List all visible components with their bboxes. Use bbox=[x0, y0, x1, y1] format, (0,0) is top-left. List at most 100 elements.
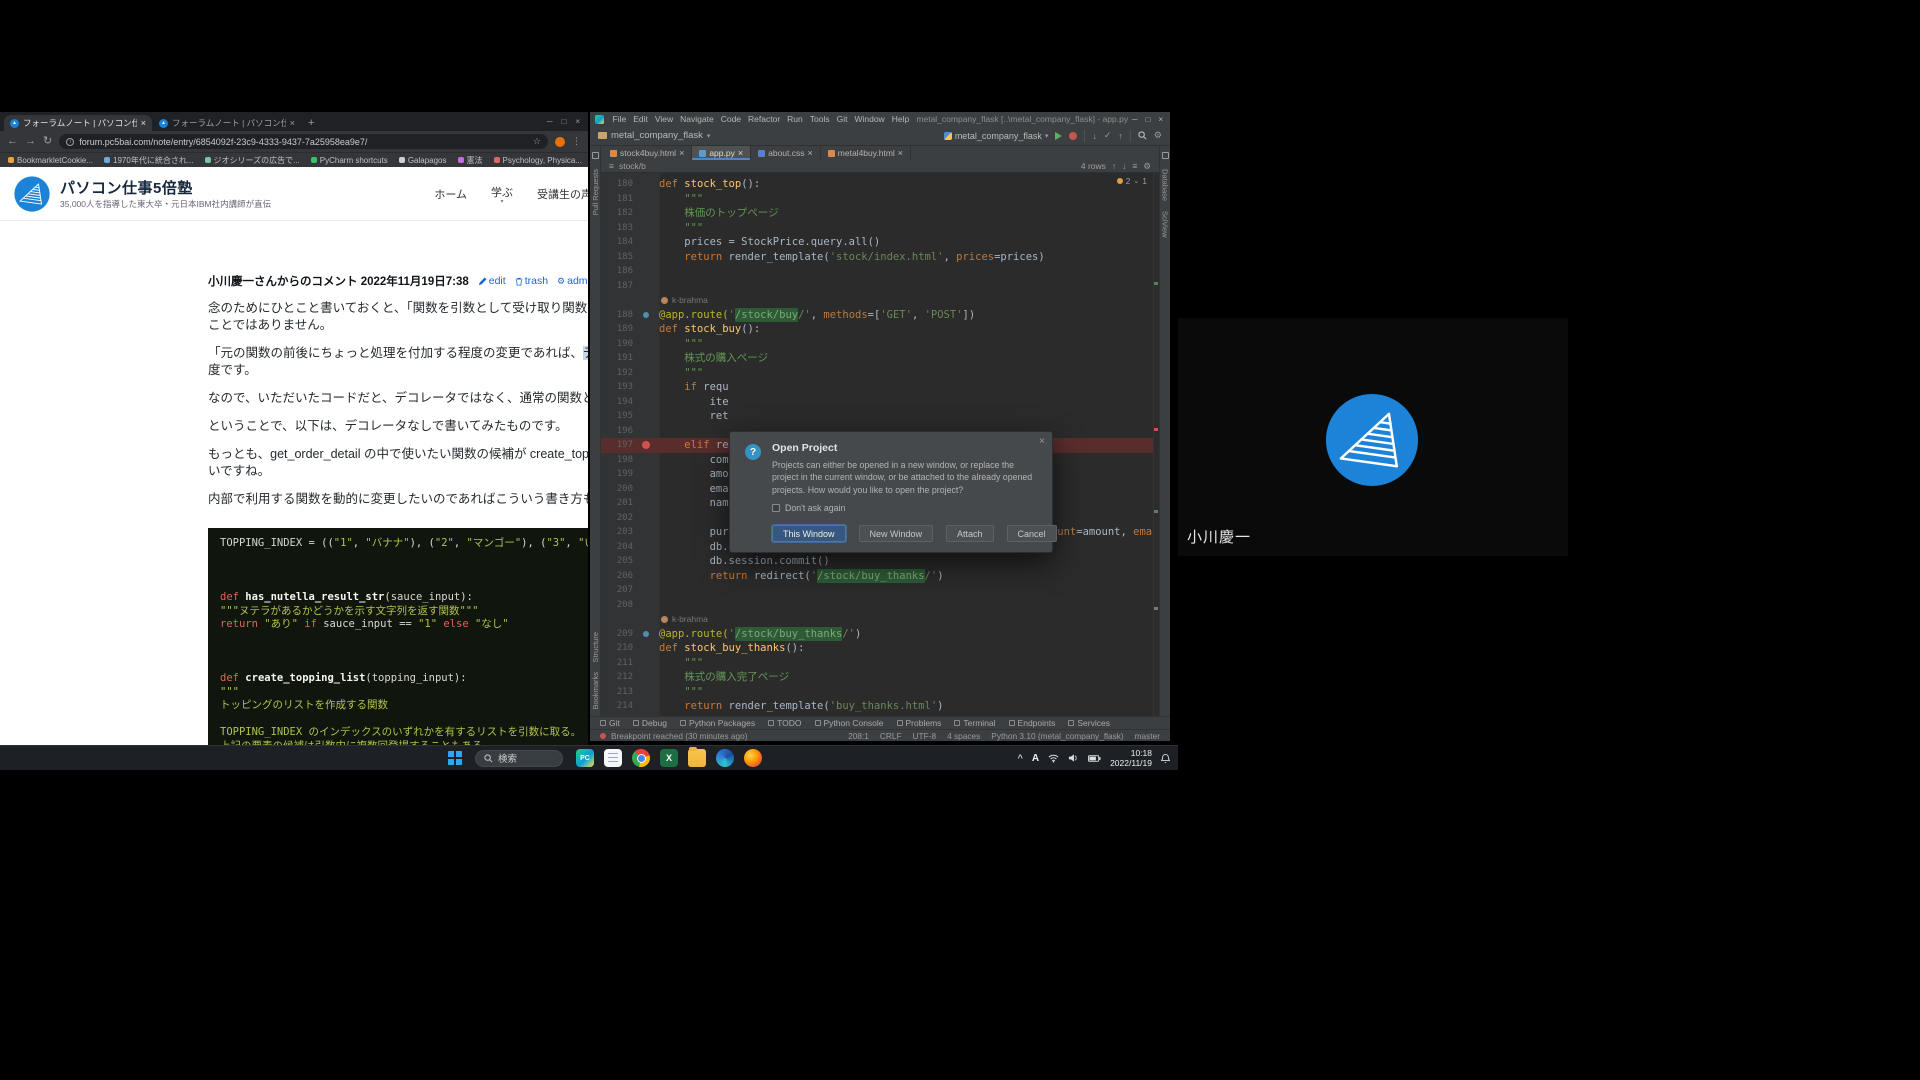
browser-tab-2[interactable]: ▲ フォーラムノート | パソコン仕事５倍塾 × bbox=[153, 115, 301, 131]
url-mapping-icon[interactable] bbox=[643, 631, 649, 637]
editor-tab[interactable]: metal4buy.html× bbox=[821, 146, 911, 160]
close-tab-icon[interactable]: × bbox=[898, 148, 903, 158]
toolwindow-button[interactable]: Endpoints bbox=[1009, 718, 1056, 728]
status-item[interactable]: 4 spaces bbox=[947, 731, 980, 741]
edge-icon[interactable] bbox=[716, 749, 734, 767]
notifications-icon[interactable] bbox=[1162, 152, 1169, 159]
bookmark-item[interactable]: 憲法 bbox=[458, 155, 483, 166]
editor-scrollbar[interactable] bbox=[1153, 173, 1159, 716]
bookmark-item[interactable]: PyCharm shortcuts bbox=[311, 156, 388, 165]
menu-item[interactable]: View bbox=[651, 114, 676, 124]
toolwindow-stripe-button[interactable]: SciView bbox=[1161, 211, 1170, 238]
back-icon[interactable]: ← bbox=[7, 136, 18, 147]
notification-bell-icon[interactable] bbox=[1161, 753, 1170, 764]
nav-learn[interactable]: 学ぶ▾ bbox=[491, 184, 513, 204]
arrow-up-icon[interactable]: ↑ bbox=[1112, 161, 1116, 171]
toolwindow-button[interactable]: Git bbox=[600, 718, 620, 728]
menu-item[interactable]: Window bbox=[851, 114, 888, 124]
excel-icon[interactable]: X bbox=[660, 749, 678, 767]
close-tab-icon[interactable]: × bbox=[808, 148, 813, 158]
site-logo[interactable] bbox=[14, 176, 50, 212]
url-mapping-icon[interactable] bbox=[643, 312, 649, 318]
nav-students[interactable]: 受講生の声 bbox=[537, 186, 588, 202]
chrome-icon[interactable] bbox=[632, 749, 650, 767]
this-window-button[interactable]: This Window bbox=[772, 525, 846, 542]
inspections-widget[interactable]: 2 ⌄ 1 bbox=[1117, 176, 1147, 186]
site-info-icon[interactable]: i bbox=[66, 138, 74, 146]
project-toolwindow-icon[interactable] bbox=[592, 152, 599, 159]
trash-link[interactable]: trash bbox=[515, 275, 548, 287]
editor-tab[interactable]: app.py× bbox=[692, 146, 751, 160]
close-tab-icon[interactable]: × bbox=[679, 148, 684, 158]
bookmark-item[interactable]: 1970年代に統合され... bbox=[104, 155, 193, 166]
toolwindow-button[interactable]: Debug bbox=[633, 718, 667, 728]
start-button[interactable] bbox=[448, 751, 462, 765]
menu-item[interactable]: Help bbox=[888, 114, 912, 124]
bookmark-item[interactable]: Psychology, Physica... bbox=[494, 156, 582, 165]
battery-icon[interactable] bbox=[1088, 755, 1101, 762]
ime-indicator[interactable]: A bbox=[1032, 753, 1039, 764]
settings-gear-icon[interactable]: ⚙ bbox=[1154, 130, 1162, 141]
maximize-icon[interactable]: □ bbox=[1145, 115, 1150, 124]
close-tab-icon[interactable]: × bbox=[738, 148, 743, 158]
toolwindow-stripe-button[interactable]: Database bbox=[1161, 169, 1170, 201]
toolwindow-button[interactable]: TODO bbox=[768, 718, 801, 728]
tray-chevron-icon[interactable]: ^ bbox=[1018, 753, 1023, 763]
breadcrumb[interactable]: stock/b bbox=[619, 161, 646, 171]
new-tab-button[interactable]: + bbox=[308, 117, 314, 129]
toolwindow-stripe-button[interactable]: Structure bbox=[591, 632, 600, 662]
status-item[interactable]: master bbox=[1135, 731, 1160, 741]
breakpoint-icon[interactable] bbox=[642, 441, 650, 449]
minimize-icon[interactable]: ─ bbox=[547, 117, 553, 126]
forward-icon[interactable]: → bbox=[25, 136, 36, 147]
status-item[interactable]: CRLF bbox=[880, 731, 902, 741]
debug-button[interactable] bbox=[1069, 132, 1077, 140]
toolwindow-stripe-button[interactable]: Bookmarks bbox=[591, 672, 600, 710]
attach-button[interactable]: Attach bbox=[946, 525, 994, 542]
menu-item[interactable]: File bbox=[609, 114, 630, 124]
arrow-down-icon[interactable]: ↓ bbox=[1122, 161, 1126, 171]
firefox-icon[interactable] bbox=[744, 749, 762, 767]
menu-item[interactable]: Run bbox=[784, 114, 807, 124]
menu-item[interactable]: Git bbox=[833, 114, 851, 124]
project-selector[interactable]: metal_company_flask ▾ bbox=[598, 130, 710, 141]
profile-avatar[interactable] bbox=[555, 137, 565, 147]
new-window-button[interactable]: New Window bbox=[859, 525, 934, 542]
toolwindow-stripe-button[interactable]: Pull Requests bbox=[591, 169, 600, 215]
run-configuration[interactable]: metal_company_flask ▾ bbox=[944, 131, 1049, 141]
browser-menu-icon[interactable]: ⋮ bbox=[572, 136, 581, 147]
toolwindow-button[interactable]: Python Console bbox=[815, 718, 884, 728]
speaker-icon[interactable] bbox=[1068, 753, 1079, 763]
git-commit-icon[interactable]: ✓ bbox=[1104, 130, 1112, 141]
search-icon[interactable] bbox=[1138, 131, 1147, 140]
toolwindow-button[interactable]: Problems bbox=[897, 718, 942, 728]
pycharm-icon[interactable]: PC bbox=[576, 749, 594, 767]
menu-item[interactable]: Code bbox=[717, 114, 744, 124]
filter-icon[interactable]: ≡ bbox=[1132, 161, 1137, 171]
status-item[interactable]: UTF-8 bbox=[913, 731, 937, 741]
bookmark-item[interactable]: BookmarkletCookie... bbox=[8, 156, 93, 165]
git-push-icon[interactable]: ↑ bbox=[1118, 131, 1123, 141]
toolwindow-button[interactable]: Terminal bbox=[954, 718, 995, 728]
edit-link[interactable]: edit bbox=[478, 275, 506, 287]
reload-icon[interactable]: ↻ bbox=[43, 136, 52, 147]
menu-item[interactable]: Refactor bbox=[745, 114, 784, 124]
git-update-icon[interactable]: ↓ bbox=[1092, 131, 1097, 141]
toolwindow-button[interactable]: Services bbox=[1068, 718, 1110, 728]
wifi-icon[interactable] bbox=[1048, 754, 1059, 763]
menu-item[interactable]: Navigate bbox=[677, 114, 718, 124]
folder-icon[interactable] bbox=[688, 749, 706, 767]
close-dialog-icon[interactable]: × bbox=[1039, 436, 1045, 447]
taskbar-clock[interactable]: 10:18 2022/11/19 bbox=[1110, 748, 1152, 768]
browser-tab-1[interactable]: ▲ フォーラムノート | パソコン仕事５倍塾 × bbox=[4, 115, 152, 131]
close-tab-icon[interactable]: × bbox=[141, 118, 146, 128]
minimize-icon[interactable]: ─ bbox=[1132, 115, 1138, 124]
notepad-icon[interactable] bbox=[604, 749, 622, 767]
toolwindow-button[interactable]: Python Packages bbox=[680, 718, 755, 728]
cancel-button[interactable]: Cancel bbox=[1007, 525, 1057, 542]
maximize-icon[interactable]: □ bbox=[561, 117, 566, 126]
bookmark-item[interactable]: ジオシリーズの広告で... bbox=[205, 155, 300, 166]
hamburger-icon[interactable]: ≡ bbox=[609, 161, 614, 171]
settings-gear-icon[interactable]: ⚙ bbox=[1143, 161, 1151, 172]
close-icon[interactable]: × bbox=[1158, 115, 1163, 124]
